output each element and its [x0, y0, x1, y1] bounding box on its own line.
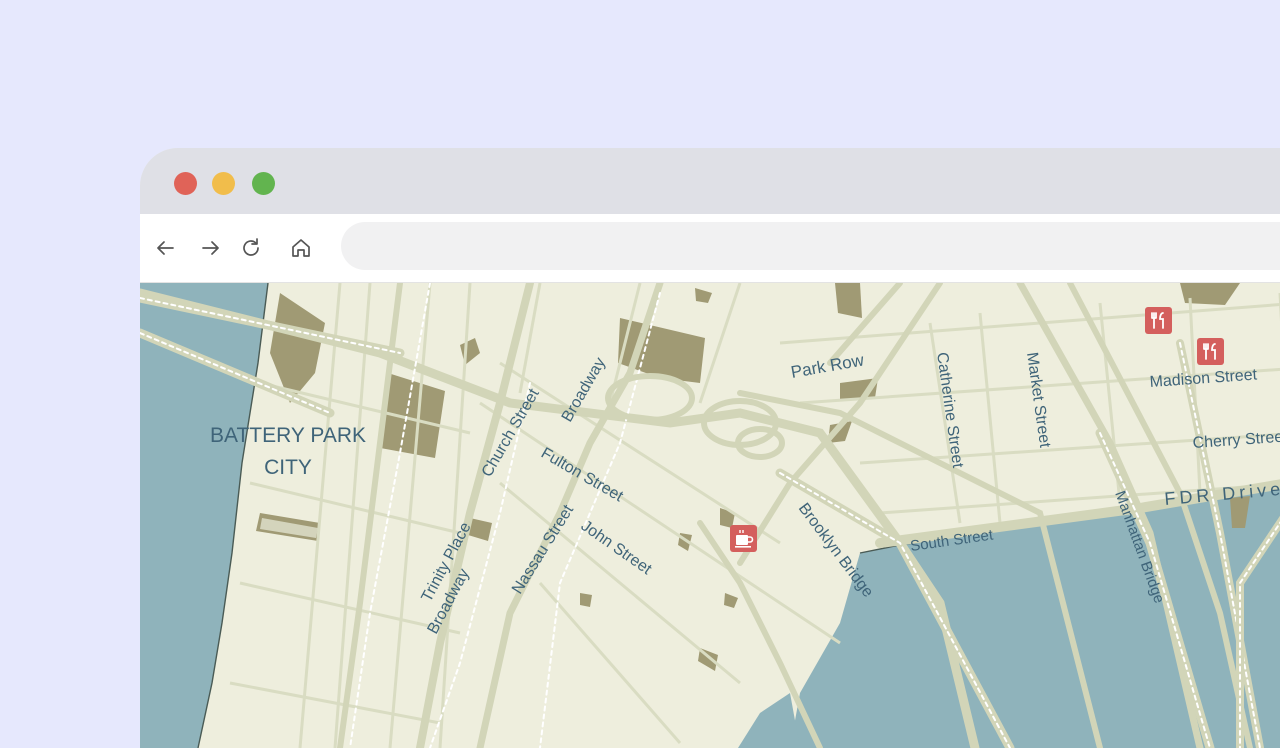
street-label-john-street: John Street	[578, 517, 655, 578]
street-label-cherry-street: Cherry Street	[1192, 428, 1280, 452]
park	[695, 288, 712, 303]
reload-button[interactable]	[239, 236, 263, 260]
park	[580, 593, 592, 607]
restaurant-poi-2[interactable]	[1197, 338, 1224, 365]
reload-icon	[243, 238, 259, 256]
street-label-park-row: Park Row	[789, 350, 866, 382]
park	[460, 338, 480, 365]
home-button[interactable]	[289, 236, 313, 260]
district-label-line1: BATTERY PARK	[210, 424, 366, 447]
back-button[interactable]	[153, 236, 177, 260]
minimize-window-button[interactable]	[212, 172, 235, 195]
map-view[interactable]: BATTERY PARK CITY Park Row Church Street…	[140, 283, 1280, 748]
restaurant-poi-1[interactable]	[1145, 307, 1172, 334]
address-bar-input[interactable]	[341, 222, 1280, 270]
close-window-button[interactable]	[174, 172, 197, 195]
park	[835, 283, 862, 318]
home-icon	[292, 239, 310, 257]
forward-button[interactable]	[199, 236, 223, 260]
title-bar	[140, 148, 1280, 214]
map-canvas[interactable]: BATTERY PARK CITY Park Row Church Street…	[140, 283, 1280, 748]
browser-window: BATTERY PARK CITY Park Row Church Street…	[140, 148, 1280, 748]
street-label-catherine-street: Catherine Street	[933, 351, 966, 469]
maximize-window-button[interactable]	[252, 172, 275, 195]
arrow-left-icon	[157, 241, 174, 255]
street-label-nassau-street: Nassau Street	[509, 502, 577, 597]
cafe-poi[interactable]	[730, 525, 757, 552]
street-label-brooklyn-bridge: Brooklyn Bridge	[795, 500, 877, 601]
district-label-line2: CITY	[264, 456, 312, 479]
park	[724, 593, 738, 608]
street-label-market-street: Market Street	[1023, 351, 1053, 449]
arrow-right-icon	[202, 241, 219, 255]
browser-toolbar	[140, 214, 1280, 283]
hudson-river	[140, 283, 268, 748]
street-label-madison-street: Madison Street	[1149, 366, 1258, 391]
